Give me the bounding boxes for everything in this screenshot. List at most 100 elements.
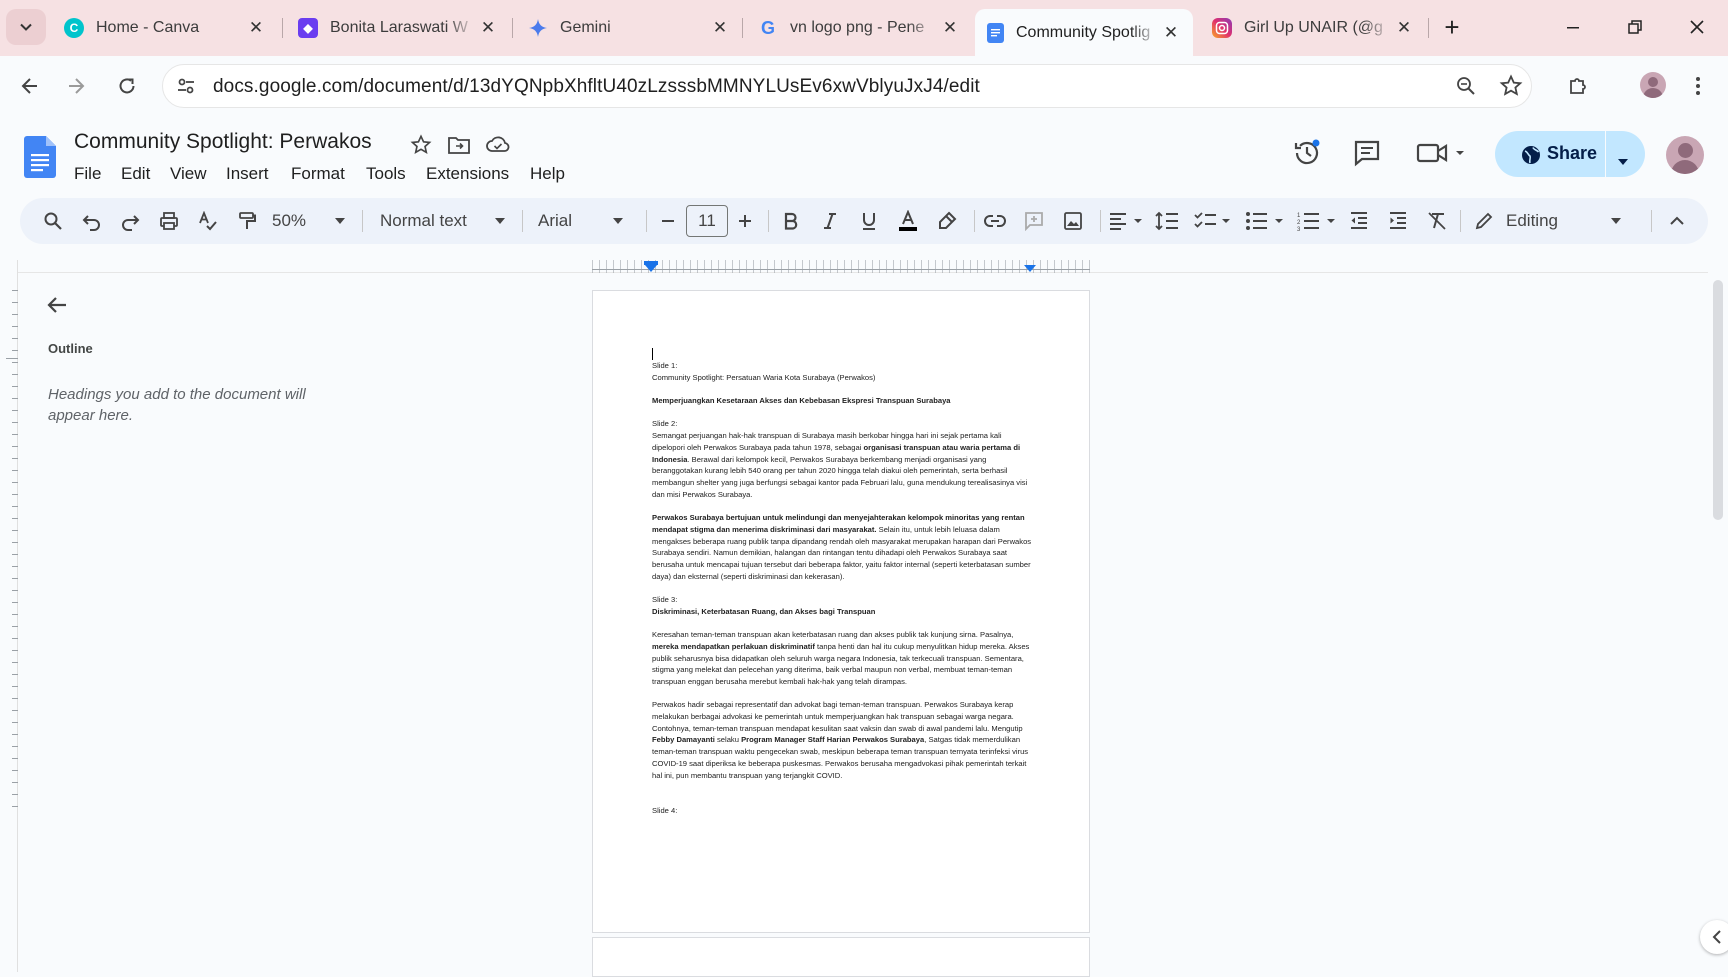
bulleted-list-icon[interactable] [1244, 208, 1286, 234]
insert-image-icon[interactable] [1060, 208, 1086, 234]
move-folder-icon[interactable] [448, 135, 470, 160]
decrease-font-size-button[interactable] [657, 208, 679, 234]
document-page-2[interactable] [592, 937, 1090, 977]
menu-extensions[interactable]: Extensions [426, 164, 509, 184]
document-paragraph: Slide 4: [652, 805, 678, 815]
document-page[interactable]: Slide 1: Community Spotlight: Persatuan W… [592, 290, 1090, 933]
italic-icon[interactable] [817, 208, 843, 234]
redo-icon[interactable] [117, 208, 143, 234]
undo-icon[interactable] [79, 208, 105, 234]
back-button[interactable] [12, 68, 48, 104]
menu-format[interactable]: Format [291, 164, 345, 184]
extensions-button[interactable] [1560, 68, 1596, 104]
spellcheck-icon[interactable] [195, 208, 221, 234]
zoom-select[interactable]: 50% [272, 208, 332, 234]
link-icon[interactable] [982, 208, 1008, 234]
close-outline-button[interactable] [46, 294, 68, 321]
close-icon[interactable]: ✕ [244, 18, 268, 38]
close-icon[interactable]: ✕ [1392, 18, 1416, 38]
document-title[interactable]: Community Spotlight: Perwakos [74, 130, 372, 154]
menu-file[interactable]: File [74, 164, 101, 184]
outline-heading: Outline [48, 341, 93, 356]
font-family-select[interactable]: Arial [538, 208, 608, 234]
left-indent-marker[interactable] [645, 265, 657, 272]
increase-indent-icon[interactable] [1385, 208, 1411, 234]
document-body[interactable]: Slide 1: Community Spotlight: Persatuan W… [652, 360, 1032, 816]
caret-down-icon[interactable] [332, 208, 348, 234]
docs-logo-icon[interactable] [24, 136, 56, 183]
browser-tab[interactable]: G vn logo png - Pene ✕ [746, 9, 972, 47]
meet-icon[interactable] [1416, 140, 1466, 171]
close-icon[interactable]: ✕ [476, 18, 500, 38]
text-color-icon[interactable] [895, 208, 921, 234]
right-indent-marker[interactable] [1024, 265, 1036, 272]
puzzle-icon [1570, 78, 1586, 94]
forward-button[interactable] [58, 68, 94, 104]
zoom-value: 50% [272, 211, 307, 230]
horizontal-ruler[interactable] [592, 260, 1090, 274]
vertical-ruler[interactable] [0, 260, 18, 972]
browser-tab-active[interactable]: Community Spotlig ✕ [975, 9, 1193, 56]
tab-title: Gemini [560, 19, 611, 36]
scrollbar-thumb[interactable] [1713, 280, 1723, 520]
highlight-icon[interactable] [934, 208, 960, 234]
menu-tools[interactable]: Tools [366, 164, 406, 184]
decrease-indent-icon[interactable] [1346, 208, 1372, 234]
caret-down-icon[interactable] [492, 208, 508, 234]
bold-icon[interactable] [778, 208, 804, 234]
account-avatar[interactable] [1666, 136, 1704, 174]
browser-tab[interactable]: C Home - Canva ✕ [52, 9, 278, 47]
close-window-button[interactable] [1677, 10, 1717, 44]
caret-down-icon[interactable] [610, 208, 626, 234]
document-paragraph: Perwakos hadir sebagai representatif dan… [652, 700, 1029, 780]
version-history-icon[interactable] [1292, 138, 1322, 173]
zoom-icon[interactable] [1455, 75, 1477, 102]
checklist-icon[interactable] [1193, 208, 1233, 234]
underline-icon[interactable] [856, 208, 882, 234]
browser-tab[interactable]: Girl Up UNAIR (@g ✕ [1200, 9, 1426, 47]
menu-insert[interactable]: Insert [226, 164, 269, 184]
menu-help[interactable]: Help [530, 164, 565, 184]
browser-menu-button[interactable] [1680, 68, 1716, 104]
site-info-icon[interactable] [175, 75, 197, 102]
docs-header: Community Spotlight: Perwakos File Edit … [0, 114, 1728, 192]
caret-down-icon[interactable] [1608, 208, 1624, 234]
hide-menus-icon[interactable] [1664, 208, 1690, 234]
search-icon[interactable] [40, 208, 66, 234]
menu-edit[interactable]: Edit [121, 164, 150, 184]
close-icon[interactable]: ✕ [708, 18, 732, 38]
restore-button[interactable] [1615, 10, 1655, 44]
paint-format-icon[interactable] [234, 208, 260, 234]
edit-pencil-icon[interactable] [1472, 208, 1496, 234]
svg-text:3: 3 [1297, 227, 1301, 231]
line-spacing-icon[interactable] [1154, 208, 1180, 234]
cloud-saved-icon[interactable] [486, 135, 510, 160]
show-side-panel-button[interactable] [1700, 920, 1728, 954]
close-icon[interactable]: ✕ [938, 18, 962, 38]
gemini-icon [528, 18, 548, 38]
paragraph-style-select[interactable]: Normal text [380, 208, 490, 234]
tab-search-button[interactable] [6, 9, 46, 45]
close-icon[interactable]: ✕ [1159, 23, 1183, 43]
add-comment-icon[interactable] [1021, 208, 1047, 234]
numbered-list-icon[interactable]: 123 [1296, 208, 1338, 234]
caret-down-icon[interactable] [1617, 150, 1629, 171]
address-bar[interactable]: docs.google.com/document/d/13dYQNpbXhflt… [162, 64, 1532, 108]
star-icon[interactable] [410, 134, 432, 161]
bookmark-star-icon[interactable] [1499, 74, 1523, 103]
menu-view[interactable]: View [170, 164, 207, 184]
align-left-icon[interactable] [1106, 208, 1146, 234]
print-icon[interactable] [156, 208, 182, 234]
font-size-input[interactable]: 11 [686, 205, 728, 237]
clear-formatting-icon[interactable] [1424, 208, 1450, 234]
browser-tab[interactable]: ◆ Bonita Laraswati W ✕ [286, 9, 510, 47]
browser-tab[interactable]: Gemini ✕ [516, 9, 742, 47]
minimize-button[interactable] [1553, 10, 1593, 44]
share-button[interactable]: Share [1495, 131, 1645, 177]
reload-button[interactable] [109, 68, 145, 104]
profile-avatar[interactable] [1640, 72, 1666, 98]
comments-icon[interactable] [1353, 139, 1381, 172]
scrollbar-track[interactable] [1710, 280, 1728, 972]
new-tab-button[interactable]: + [1432, 10, 1472, 44]
increase-font-size-button[interactable] [734, 208, 756, 234]
